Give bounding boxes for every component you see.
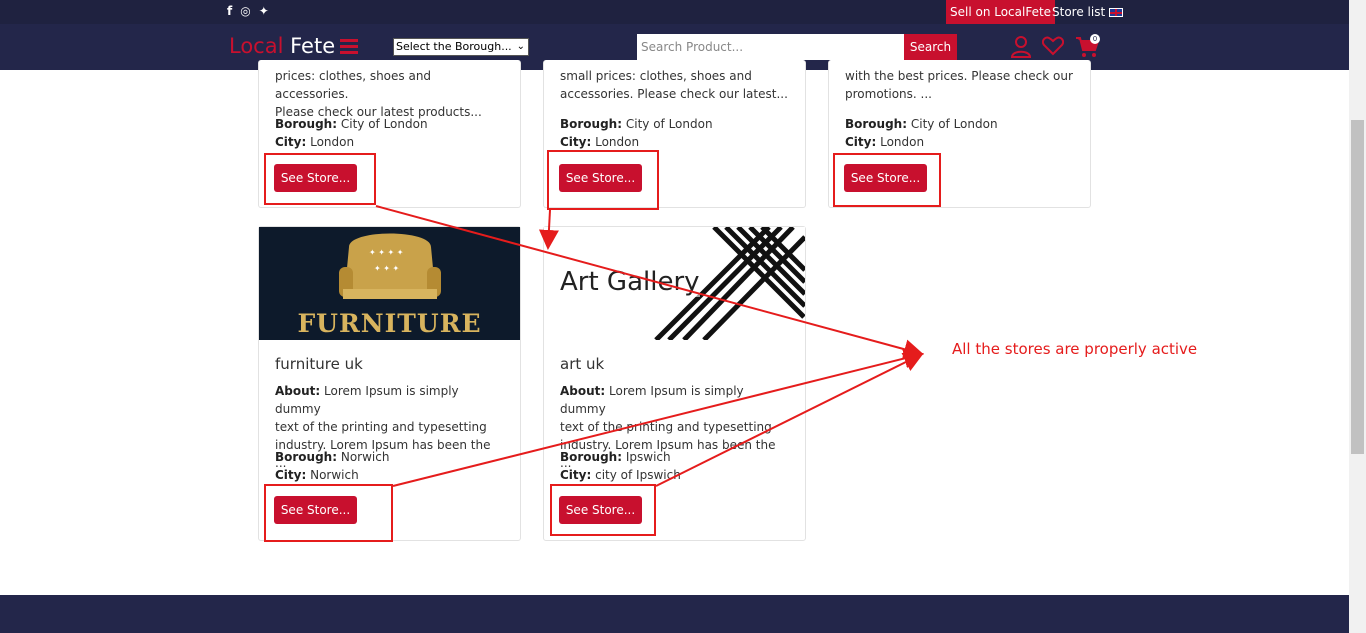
arrow-line — [392, 348, 924, 487]
footer — [0, 595, 1349, 633]
annotation-text: All the stores are properly active — [952, 340, 1198, 358]
scrollbar-thumb[interactable] — [1351, 120, 1364, 454]
arrow-line — [375, 205, 924, 359]
arrow-line — [655, 353, 924, 487]
arrow-line — [538, 209, 559, 250]
annotation-arrows — [375, 205, 924, 487]
